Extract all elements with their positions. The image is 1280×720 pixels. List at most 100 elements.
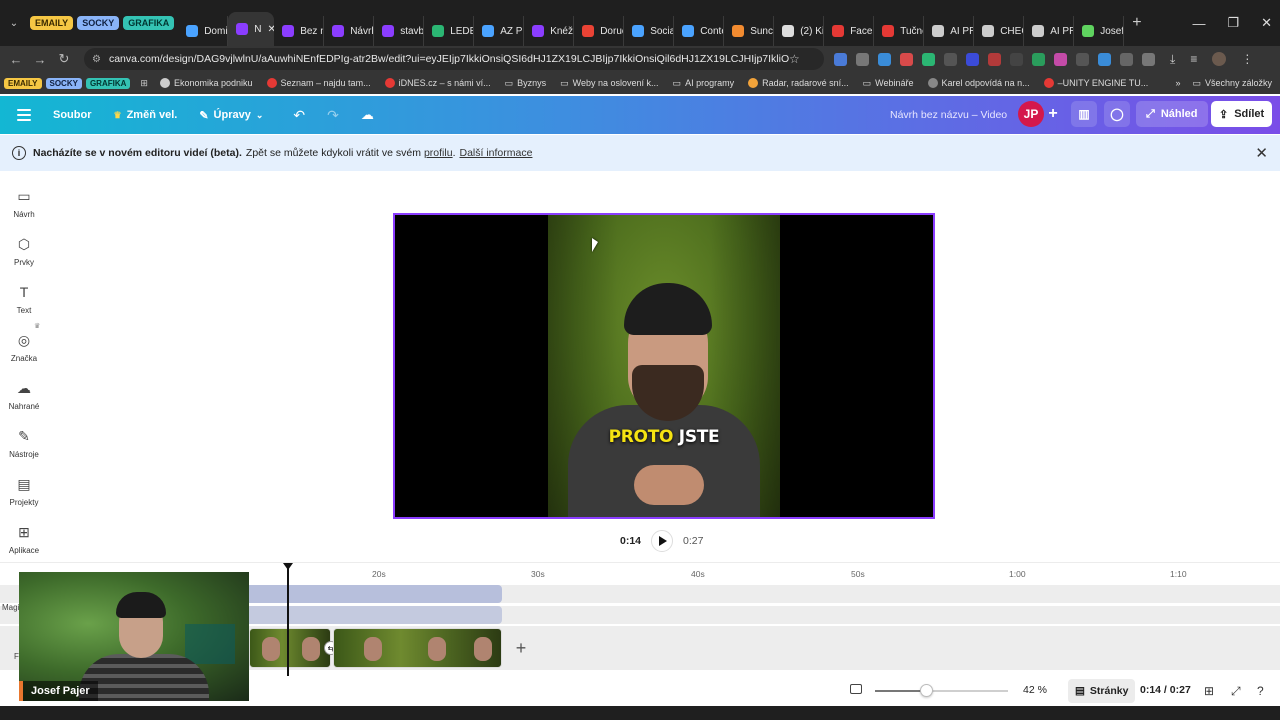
extension-icon[interactable] xyxy=(1098,52,1111,66)
download-icon[interactable]: ⤓ xyxy=(1170,52,1175,67)
extension-icon[interactable] xyxy=(1076,52,1089,66)
extension-icon[interactable] xyxy=(988,52,1001,66)
restore-icon[interactable]: ❐ xyxy=(1227,15,1239,31)
browser-tab[interactable]: AI PR xyxy=(1024,16,1075,46)
share-button[interactable]: ⇪ Sdílet xyxy=(1211,101,1273,127)
browser-tab[interactable]: stavb xyxy=(374,16,425,46)
minimize-icon[interactable]: — xyxy=(1192,16,1205,31)
browser-tab[interactable]: Tučné xyxy=(874,16,925,46)
apps-grid-icon[interactable]: ⊞ xyxy=(140,78,148,89)
extension-icon[interactable] xyxy=(834,52,847,66)
bookmark-item[interactable]: –UNITY ENGINE TU... xyxy=(1043,78,1148,88)
edit-menu[interactable]: ✎ Úpravy ⌄ xyxy=(199,109,263,122)
invite-plus-icon[interactable]: + xyxy=(1044,105,1062,123)
bookmark-group-grafika[interactable]: GRAFIKA xyxy=(85,77,131,89)
video-clip-1[interactable] xyxy=(249,628,331,668)
zoom-slider[interactable] xyxy=(875,684,1008,697)
browser-tab[interactable]: Conte xyxy=(674,16,725,46)
all-bookmarks-folder[interactable]: ▭ Všechny záložky xyxy=(1192,78,1272,89)
extensions-menu-icon[interactable] xyxy=(1142,52,1155,66)
forward-icon[interactable]: → xyxy=(28,52,52,67)
browser-tab[interactable]: N ✕ xyxy=(228,12,275,46)
rail-item[interactable]: ☁ Nahrané xyxy=(0,380,48,411)
browser-tab[interactable]: (2) Ki xyxy=(774,16,825,46)
rail-item[interactable]: ▤ Projekty xyxy=(0,476,48,507)
browser-menu-icon[interactable]: ⋮ xyxy=(1241,52,1253,66)
redo-button[interactable]: ↷ xyxy=(327,107,339,124)
browser-tab[interactable]: Sunc xyxy=(724,16,775,46)
browser-tab[interactable]: AZ Pr xyxy=(474,16,525,46)
pages-button[interactable]: ▤ Stránky xyxy=(1068,679,1136,703)
browser-tab[interactable]: Knéž xyxy=(524,16,575,46)
rail-item[interactable]: ◎ Značka xyxy=(0,332,48,363)
tab-search-icon[interactable]: ⌄ xyxy=(6,15,22,31)
profile-link[interactable]: profilu xyxy=(424,147,453,159)
site-info-icon[interactable]: ⚙ xyxy=(92,54,101,65)
extension-icon[interactable] xyxy=(966,52,979,66)
video-frame[interactable]: PROTO JSTE xyxy=(548,215,780,517)
media-icon[interactable]: ≡ xyxy=(1190,52,1197,66)
rail-item[interactable]: ⬡ Prvky xyxy=(0,236,48,267)
more-bookmarks-icon[interactable]: » xyxy=(1175,78,1180,88)
zoom-level[interactable]: 42 % xyxy=(1023,684,1047,696)
extension-icon[interactable] xyxy=(1032,52,1045,66)
rail-item[interactable]: ✎ Nástroje xyxy=(0,428,48,459)
extension-icon[interactable] xyxy=(922,52,935,66)
notes-icon[interactable] xyxy=(850,684,862,694)
user-avatar[interactable]: JP xyxy=(1018,101,1044,127)
address-bar[interactable]: ⚙ canva.com/design/DAG9vjlwlnU/aAuwhiNEn… xyxy=(84,48,824,70)
browser-tab[interactable]: AI PR xyxy=(924,16,975,46)
undo-button[interactable]: ↶ xyxy=(293,107,305,124)
playhead[interactable] xyxy=(287,567,289,676)
browser-tab[interactable]: Faceb xyxy=(824,16,875,46)
close-window-icon[interactable]: ✕ xyxy=(1261,15,1272,31)
video-canvas[interactable]: PROTO JSTE xyxy=(393,213,935,519)
bookmark-item[interactable]: Seznam – najdu tam... xyxy=(266,78,371,88)
tab-group-emaily[interactable]: EMAILY xyxy=(30,16,74,30)
bookmark-group-socky[interactable]: SOCKY xyxy=(45,77,82,89)
menu-icon[interactable] xyxy=(17,109,31,121)
browser-tab[interactable]: Josef xyxy=(1074,16,1125,46)
help-icon[interactable]: ? xyxy=(1257,684,1264,698)
close-banner-icon[interactable]: ✕ xyxy=(1255,144,1268,162)
tab-group-socky[interactable]: SOCKY xyxy=(77,16,120,30)
grid-view-icon[interactable]: ⊞ xyxy=(1204,684,1214,698)
add-clip-button[interactable]: + xyxy=(510,637,532,659)
rail-item[interactable]: T Text xyxy=(0,284,48,315)
bookmark-item[interactable]: iDNES.cz – s námi ví... xyxy=(384,78,491,88)
bookmark-item[interactable]: ▭ AI programy xyxy=(673,78,735,89)
browser-tab[interactable]: Bez n xyxy=(274,16,325,46)
reload-icon[interactable]: ↻ xyxy=(52,51,76,67)
video-clip-2[interactable] xyxy=(333,628,502,668)
new-tab-button[interactable]: + xyxy=(1132,14,1141,32)
fullscreen-icon[interactable]: ⤢ xyxy=(1231,684,1241,699)
comment-icon[interactable]: ◯ xyxy=(1104,101,1130,127)
bookmark-star-icon[interactable]: ☆ xyxy=(789,52,800,66)
browser-tab[interactable]: Návrl xyxy=(324,16,375,46)
browser-tab[interactable]: LEDEI xyxy=(424,16,475,46)
browser-tab[interactable]: Doruč xyxy=(574,16,625,46)
profile-avatar[interactable] xyxy=(1212,52,1227,66)
more-info-link[interactable]: Další informace xyxy=(460,147,533,159)
extension-icon[interactable] xyxy=(1010,52,1023,66)
bookmark-item[interactable]: ▭ Webináře xyxy=(863,78,914,89)
tab-group-grafika[interactable]: GRAFIKA xyxy=(123,16,175,30)
bookmark-item[interactable]: Ekonomika podniku xyxy=(159,78,253,88)
caption-text[interactable]: PROTO JSTE xyxy=(548,427,780,447)
zoom-slider-handle[interactable] xyxy=(919,684,933,697)
extension-icon[interactable] xyxy=(878,52,891,66)
insights-icon[interactable]: ▥ xyxy=(1071,101,1097,127)
extension-icon[interactable] xyxy=(944,52,957,66)
back-icon[interactable]: ← xyxy=(4,52,28,67)
preview-button[interactable]: ⤢ Náhled xyxy=(1136,101,1208,127)
extension-icon[interactable] xyxy=(1054,52,1067,66)
cloud-save-icon[interactable]: ☁ xyxy=(361,107,374,123)
extension-icon[interactable] xyxy=(900,52,913,66)
bookmark-item[interactable]: ▭ Byznys xyxy=(505,78,547,89)
resize-button[interactable]: ♛ Změň vel. xyxy=(114,109,178,121)
rail-item[interactable]: ⊞ Aplikace xyxy=(0,524,48,555)
extension-icon[interactable] xyxy=(1120,52,1133,66)
file-menu[interactable]: Soubor xyxy=(53,109,92,121)
design-title[interactable]: Návrh bez názvu – Video xyxy=(890,96,1007,134)
bookmark-item[interactable]: Radar, radarové sní... xyxy=(748,78,849,88)
